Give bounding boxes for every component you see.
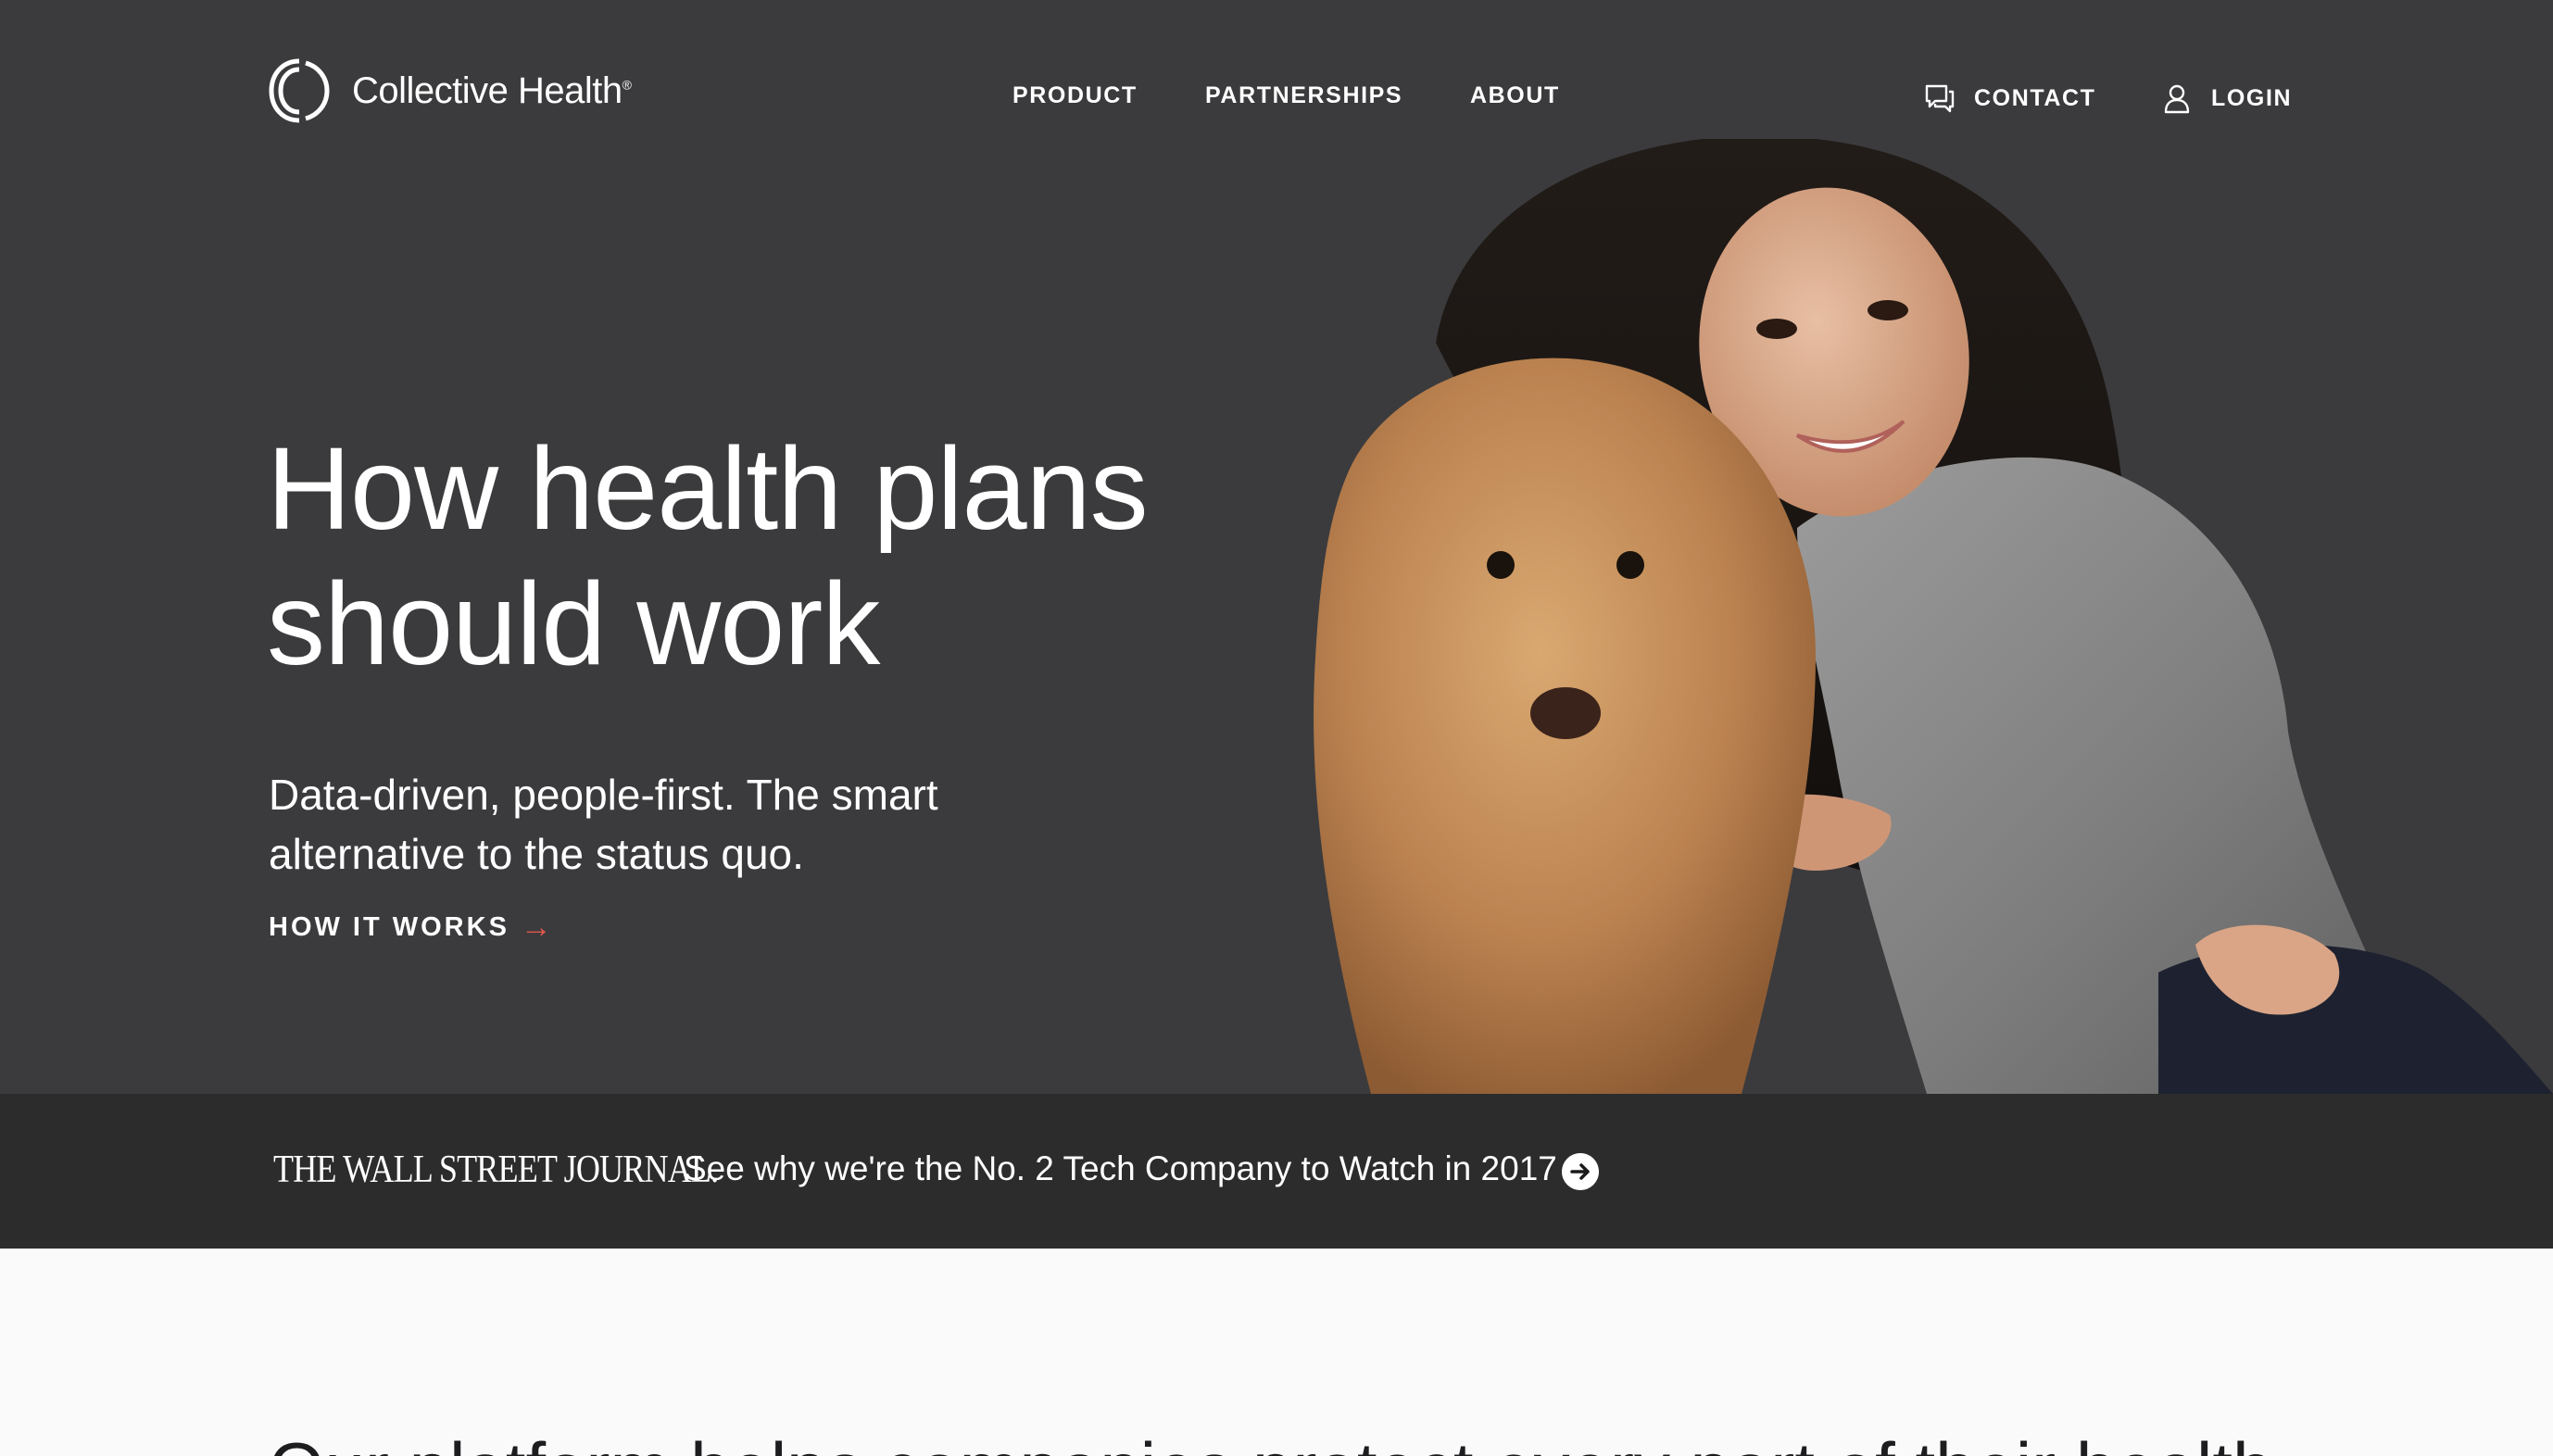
hero-subhead-line-2: alternative to the status quo. <box>269 830 804 878</box>
hero-headline: How health plans should work <box>267 421 1378 692</box>
nav-contact-label: CONTACT <box>1974 84 2096 111</box>
wsj-logo: THE WALL STREET JOURNAL. <box>273 1148 719 1191</box>
hero-photo <box>1314 139 2553 1094</box>
press-banner: THE WALL STREET JOURNAL. See why we're t… <box>0 1094 2553 1249</box>
hero-subhead: Data-driven, people-first. The smart alt… <box>269 765 1102 884</box>
platform-section: Our platform helps companies protect eve… <box>0 1249 2553 1456</box>
hero-subhead-line-1: Data-driven, people-first. The smart <box>269 771 938 819</box>
hero-headline-line-1: How health plans <box>267 423 1149 554</box>
how-it-works-label: HOW IT WORKS <box>269 912 509 942</box>
logo-mark-icon <box>269 58 330 123</box>
press-link[interactable]: See why we're the No. 2 Tech Company to … <box>684 1149 1557 1188</box>
logo[interactable]: Collective Health® <box>269 56 632 126</box>
nav-partnerships[interactable]: PARTNERSHIPS <box>1205 82 1402 109</box>
platform-heading: Our platform helps companies protect eve… <box>269 1426 2272 1456</box>
nav-contact[interactable]: CONTACT <box>1924 82 2096 114</box>
arrow-circle-right-icon[interactable] <box>1562 1153 1599 1190</box>
brand-name: Collective Health® <box>352 69 632 111</box>
nav-product[interactable]: PRODUCT <box>1012 82 1138 109</box>
nav-about[interactable]: ABOUT <box>1470 82 1560 109</box>
nav-login[interactable]: LOGIN <box>2161 82 2292 114</box>
hero-section: Collective Health® PRODUCT PARTNERSHIPS … <box>0 0 2553 1094</box>
user-icon <box>2164 84 2190 114</box>
nav-login-label: LOGIN <box>2211 84 2293 111</box>
hero-headline-line-2: should work <box>267 559 880 689</box>
arrow-right-icon: → <box>520 910 552 945</box>
how-it-works-link[interactable]: HOW IT WORKS → <box>269 910 552 946</box>
chat-bubble-icon <box>1925 84 1955 113</box>
